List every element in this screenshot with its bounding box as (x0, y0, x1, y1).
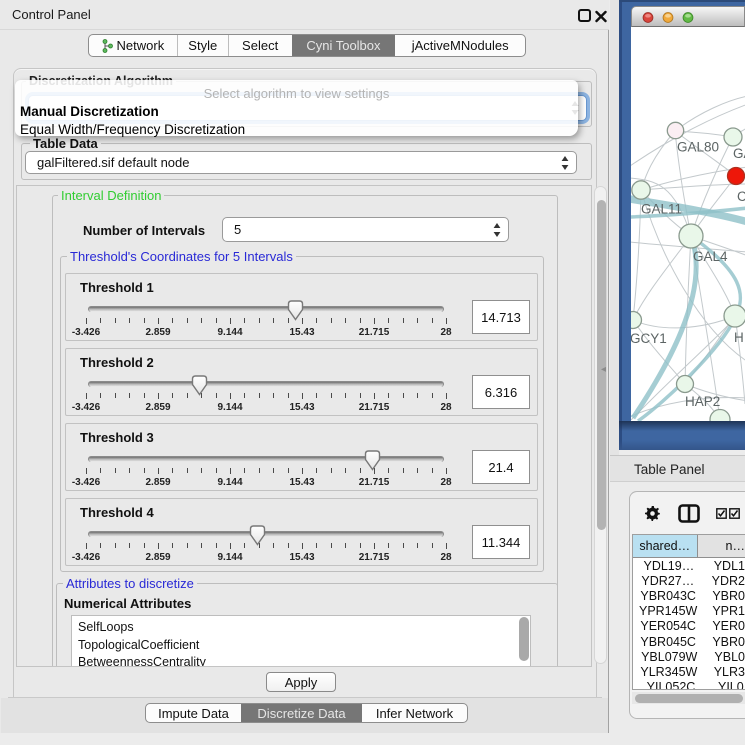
svg-text:GA: GA (733, 146, 745, 161)
svg-text:GAL80: GAL80 (677, 140, 719, 155)
svg-text:GAL4: GAL4 (693, 249, 728, 264)
svg-text:C: C (737, 189, 745, 204)
svg-text:GAL11: GAL11 (641, 202, 682, 217)
svg-text:H: H (734, 330, 744, 345)
svg-text:HAP2: HAP2 (685, 394, 720, 409)
svg-text:GCY1: GCY1 (631, 331, 667, 346)
